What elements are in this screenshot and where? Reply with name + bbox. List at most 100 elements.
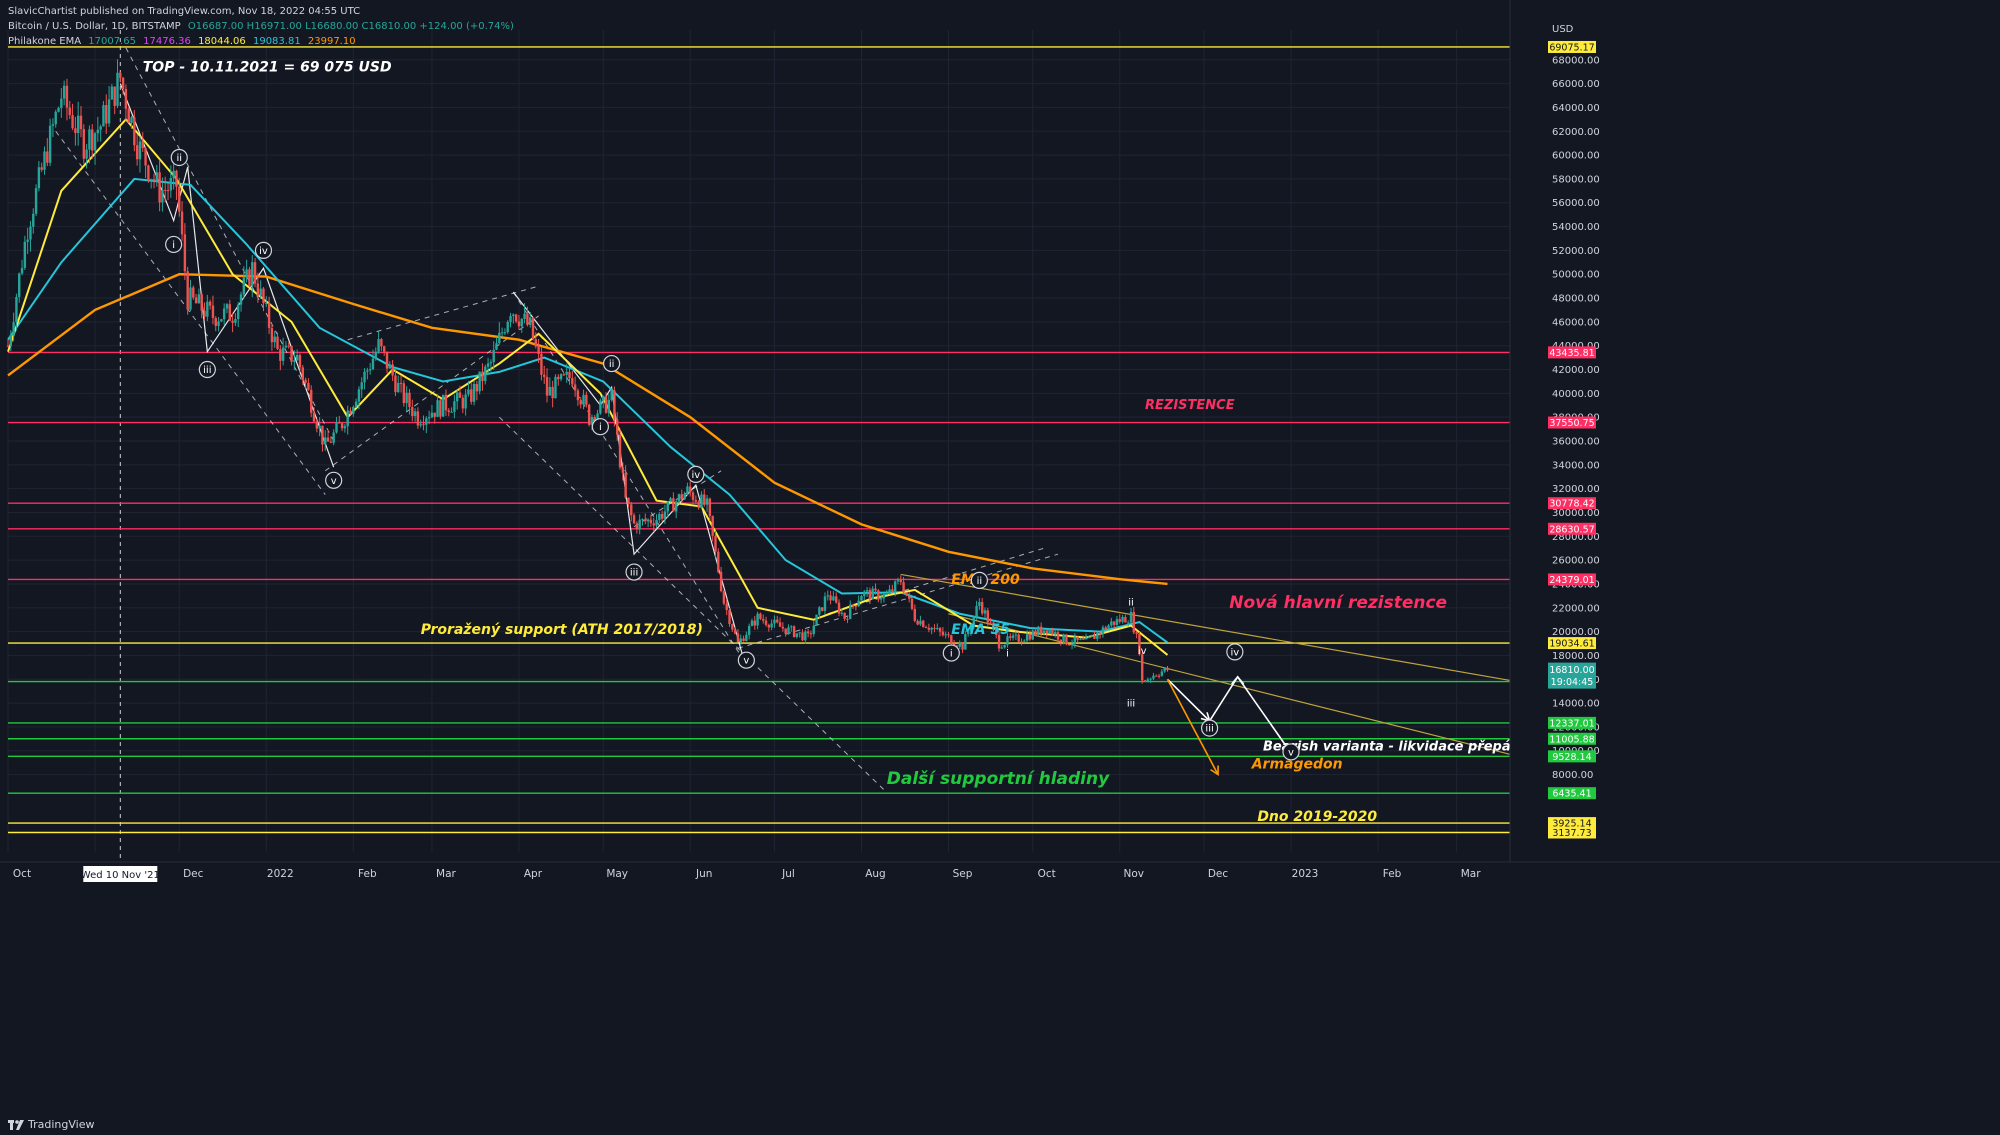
candle-body	[1149, 678, 1152, 680]
candle-body	[812, 625, 815, 634]
candle-body	[644, 519, 647, 522]
price-tick-label: 56000.00	[1552, 198, 1600, 209]
wave-label[interactable]: i	[950, 649, 953, 660]
candle-body	[76, 115, 80, 133]
candle-body	[121, 77, 125, 89]
candle-body	[750, 620, 754, 626]
candle-body	[826, 595, 829, 597]
wave-label[interactable]: iv	[1138, 646, 1147, 657]
candle-body	[222, 308, 226, 320]
tradingview-chart[interactable]: TOP - 10.11.2021 = 69 075 USD REZISTENCE E…	[0, 0, 2000, 1135]
candle-body	[1051, 629, 1054, 635]
candle-body	[1056, 632, 1060, 640]
candle-body	[517, 321, 521, 327]
annotation-text[interactable]: Nová hlavní rezistence	[1229, 593, 1447, 613]
candle-body	[610, 390, 613, 400]
candle-body	[394, 375, 397, 393]
candle-body	[736, 633, 740, 643]
candle-body	[96, 129, 100, 134]
candle-body	[405, 392, 408, 404]
time-tick-label: Apr	[524, 868, 543, 880]
candle-body	[321, 425, 324, 445]
candle-body	[795, 633, 799, 637]
wave-label[interactable]: v	[1288, 747, 1294, 758]
candle-body	[307, 382, 310, 390]
candle-body	[500, 332, 504, 334]
price-tick-label: 42000.00	[1552, 365, 1600, 376]
candle-body	[1062, 634, 1065, 642]
wave-label[interactable]: iv	[1231, 647, 1240, 658]
candle-body	[745, 634, 748, 642]
annotation-text[interactable]: REZISTENCE	[1145, 398, 1235, 413]
level-price-label: 3137.73	[1552, 828, 1591, 839]
candle-body	[660, 513, 664, 519]
candle-body	[102, 105, 105, 127]
candle-body	[882, 594, 886, 599]
candle-body	[792, 626, 796, 637]
wave-label[interactable]: v	[331, 476, 337, 487]
candle-body	[464, 394, 467, 409]
candle-body	[621, 467, 625, 473]
ema-value-3: 19083.81	[252, 36, 301, 47]
ema-value-1: 17476.36	[143, 36, 191, 47]
candle-body	[315, 421, 319, 429]
wave-label[interactable]: iii	[203, 365, 211, 376]
wave-label[interactable]: v	[743, 656, 749, 667]
candle-body	[453, 401, 456, 412]
candle-body	[374, 351, 377, 359]
candle-body	[237, 304, 240, 319]
chart-canvas[interactable]: TOP - 10.11.2021 = 69 075 USD REZISTENCE E…	[0, 0, 2000, 1135]
wave-label[interactable]: iv	[691, 470, 700, 481]
candle-body	[638, 519, 641, 530]
candle-body	[220, 319, 223, 322]
wave-label[interactable]: iii	[1127, 699, 1135, 710]
candle-body	[1107, 625, 1110, 630]
candle-body	[1129, 612, 1133, 623]
candle-body	[1143, 680, 1147, 682]
candle-body	[231, 320, 234, 323]
wave-label[interactable]: i	[1006, 649, 1009, 660]
annotation-text[interactable]: Proražený support (ATH 2017/2018)	[421, 622, 703, 638]
wave-label[interactable]: ii	[176, 153, 182, 164]
candle-body	[947, 634, 950, 636]
wave-label[interactable]: iii	[1205, 724, 1213, 735]
candle-body	[835, 596, 838, 603]
time-tick-label: Jul	[781, 868, 795, 880]
candle-body	[363, 371, 366, 383]
price-axis-unit: USD	[1552, 24, 1574, 35]
candle-body	[62, 85, 66, 99]
candle-body	[82, 129, 86, 159]
candle-body	[178, 186, 181, 212]
annotation-text[interactable]: Dno 2019-2020	[1257, 809, 1377, 825]
wave-label[interactable]: ii	[977, 576, 983, 587]
candle-body	[12, 322, 15, 335]
wave-label[interactable]: iv	[259, 246, 268, 257]
candle-body	[587, 404, 591, 425]
candle-body	[18, 273, 21, 297]
candle-body	[408, 392, 411, 408]
annotation-text[interactable]: TOP - 10.11.2021 = 69 075 USD	[143, 60, 392, 76]
tradingview-logo-icon	[8, 1119, 24, 1130]
candle-body	[346, 410, 349, 427]
candle-body	[444, 394, 448, 411]
candle-body	[1000, 647, 1004, 649]
candle-body	[23, 241, 27, 268]
symbol-text[interactable]: Bitcoin / U.S. Dollar, 1D, BITSTAMP	[8, 21, 181, 32]
indicator-name[interactable]: Philakone EMA	[8, 36, 81, 47]
candle-body	[958, 642, 961, 647]
candle-body	[43, 151, 46, 170]
wave-label[interactable]: ii	[609, 359, 615, 370]
candle-body	[1082, 638, 1085, 640]
annotation-text[interactable]: EMA 55	[951, 622, 1010, 638]
wave-label[interactable]: i	[172, 240, 175, 251]
price-tick-label: 52000.00	[1552, 246, 1600, 257]
wave-label[interactable]: ii	[1128, 597, 1134, 608]
annotation-text[interactable]: Armagedon	[1251, 757, 1343, 773]
wave-label[interactable]: i	[599, 422, 602, 433]
candle-body	[310, 389, 313, 413]
candle-body	[891, 589, 894, 592]
candle-body	[1090, 635, 1093, 637]
wave-label[interactable]: iii	[630, 568, 638, 579]
annotation-text[interactable]: Další supportní hladiny	[887, 769, 1110, 789]
candle-body	[1160, 671, 1164, 676]
